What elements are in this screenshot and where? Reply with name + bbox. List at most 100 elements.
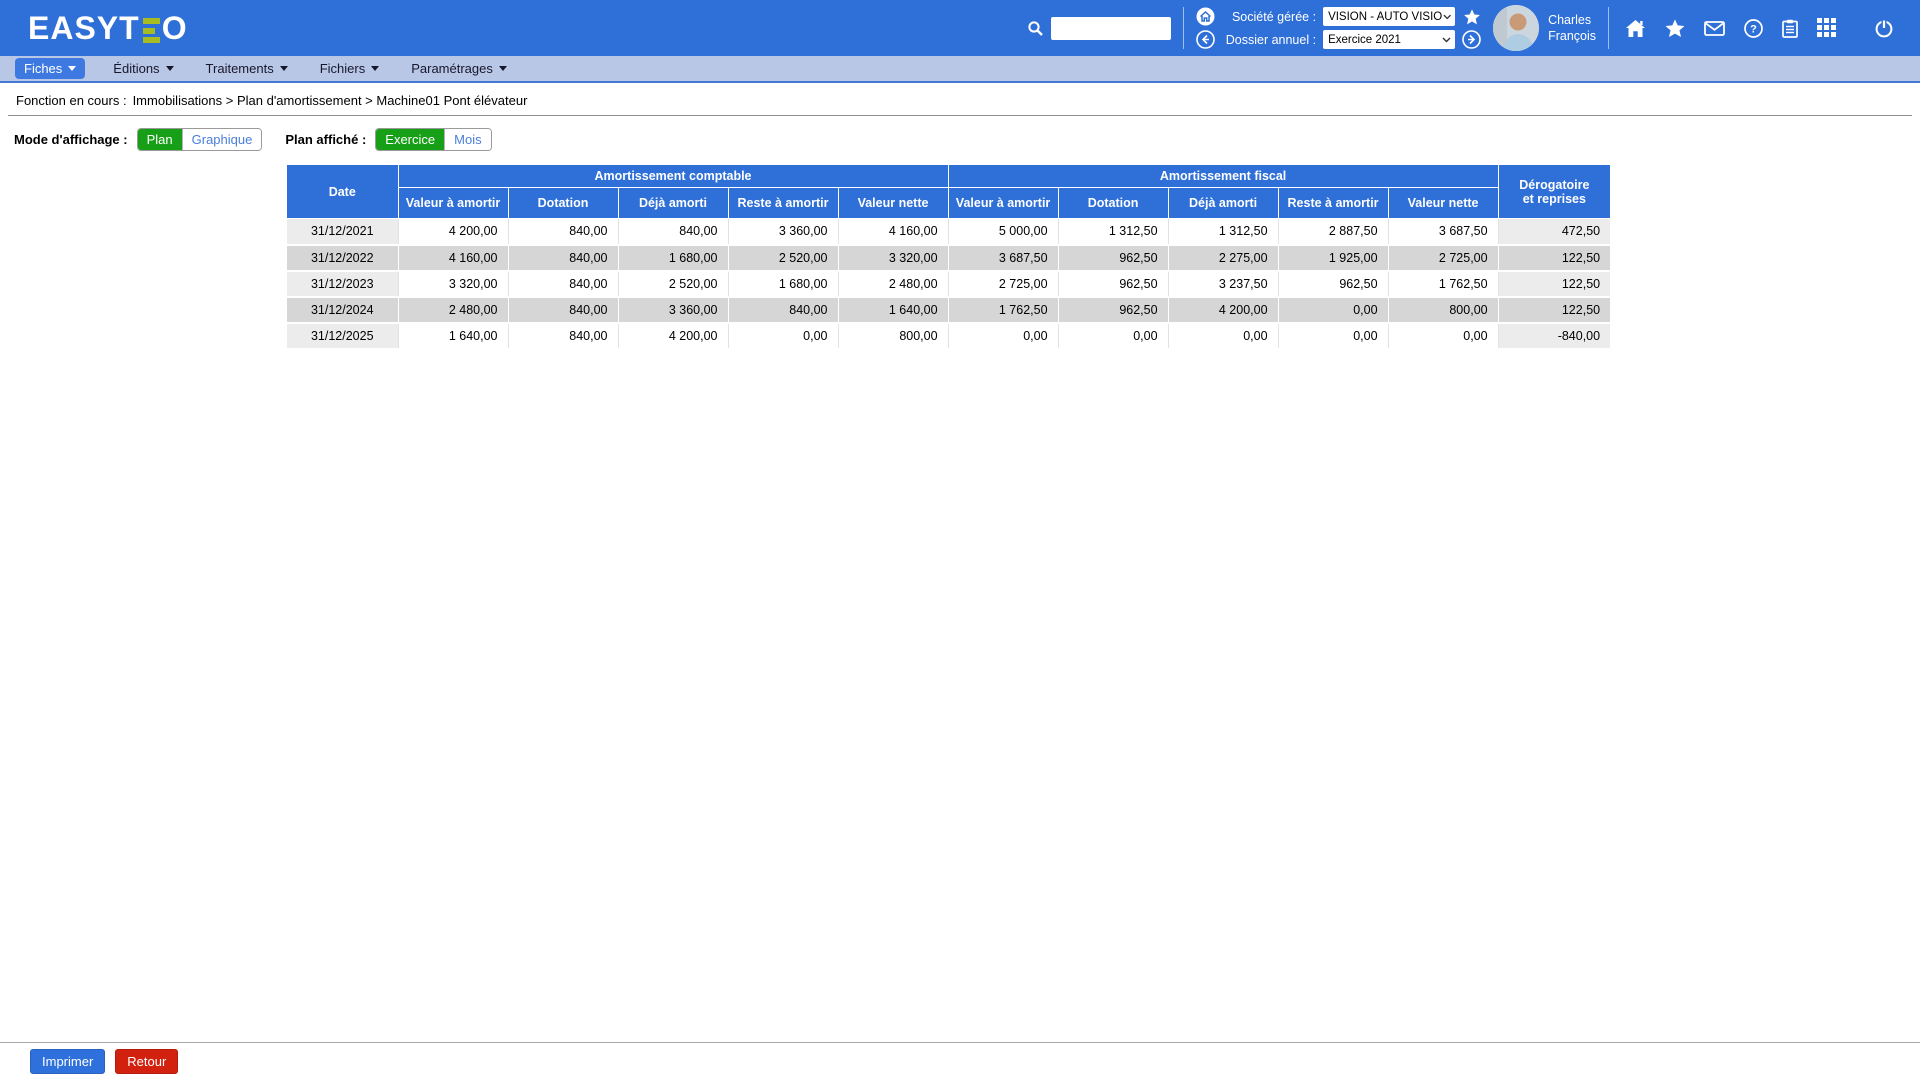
mode-graphique-button[interactable]: Graphique	[182, 129, 262, 150]
cell-value: 0,00	[1278, 323, 1388, 349]
breadcrumb-divider	[8, 115, 1912, 116]
cell-value: 2 275,00	[1168, 245, 1278, 271]
search-area	[1027, 17, 1171, 40]
topbar-divider	[1608, 7, 1609, 49]
menu-editions[interactable]: Éditions	[109, 58, 177, 79]
table-row: 31/12/2023 3 320,00 840,00 2 520,00 1 68…	[287, 271, 1610, 297]
menu-fiches-label: Fiches	[24, 61, 62, 76]
cell-value: 2 725,00	[1388, 245, 1498, 271]
header-valeur-a-amortir: Valeur à amortir	[398, 188, 508, 219]
header-group-fiscal: Amortissement fiscal	[948, 165, 1498, 188]
apps-grid-icon[interactable]	[1817, 18, 1837, 38]
cell-value: 0,00	[948, 323, 1058, 349]
header-valeur-a-amortir: Valeur à amortir	[948, 188, 1058, 219]
cell-value: 2 480,00	[838, 271, 948, 297]
header-deja-amorti: Déjà amorti	[1168, 188, 1278, 219]
table-row: 31/12/2021 4 200,00 840,00 840,00 3 360,…	[287, 219, 1610, 245]
home-icon[interactable]	[1625, 19, 1646, 38]
header-deja-amorti: Déjà amorti	[618, 188, 728, 219]
logo-green-e	[143, 18, 160, 43]
topbar-divider	[1183, 7, 1184, 49]
plan-mois-button[interactable]: Mois	[444, 129, 490, 150]
user-area: Charles François	[1493, 5, 1596, 51]
chevron-down-icon	[371, 66, 379, 71]
menu-bar: Fiches Éditions Traitements Fichiers Par…	[0, 56, 1920, 83]
dossier-select-value: Exercice 2021	[1328, 34, 1401, 46]
cell-value: 3 237,50	[1168, 271, 1278, 297]
cell-value: 4 200,00	[618, 323, 728, 349]
menu-editions-label: Éditions	[113, 61, 159, 76]
help-icon[interactable]: ?	[1744, 19, 1763, 38]
user-last-name: François	[1548, 28, 1596, 44]
cell-value: 4 160,00	[838, 219, 948, 245]
cell-value: 3 320,00	[398, 271, 508, 297]
cell-value: 3 360,00	[728, 219, 838, 245]
home-circle-icon[interactable]	[1196, 7, 1215, 26]
cell-value: 3 320,00	[838, 245, 948, 271]
cell-value: 1 640,00	[838, 297, 948, 323]
cell-value: 1 312,50	[1058, 219, 1168, 245]
cell-value: 0,00	[1278, 297, 1388, 323]
menu-parametrages-label: Paramétrages	[411, 61, 493, 76]
cell-value: 0,00	[728, 323, 838, 349]
cell-value: 0,00	[1168, 323, 1278, 349]
menu-fiches[interactable]: Fiches	[15, 58, 85, 79]
table-row: 31/12/2022 4 160,00 840,00 1 680,00 2 52…	[287, 245, 1610, 271]
chevron-down-icon	[499, 66, 507, 71]
societe-select[interactable]: VISION - AUTO VISION	[1323, 7, 1455, 26]
cell-value: 840,00	[618, 219, 728, 245]
cell-value: 962,50	[1058, 245, 1168, 271]
search-input[interactable]	[1051, 17, 1171, 40]
user-name: Charles François	[1548, 12, 1596, 45]
breadcrumb-label: Fonction en cours :	[16, 93, 127, 108]
header-valeur-nette: Valeur nette	[1388, 188, 1498, 219]
societe-select-value: VISION - AUTO VISION	[1328, 11, 1443, 23]
mode-plan-button[interactable]: Plan	[138, 129, 182, 150]
cell-value: 840,00	[728, 297, 838, 323]
cell-value: 840,00	[508, 271, 618, 297]
cell-value: 5 000,00	[948, 219, 1058, 245]
header-derogatoire-line1: Dérogatoire	[1519, 178, 1589, 192]
menu-traitements-label: Traitements	[206, 61, 274, 76]
cell-value: 1 640,00	[398, 323, 508, 349]
next-dossier-icon[interactable]	[1462, 30, 1481, 49]
cell-value: 840,00	[508, 323, 618, 349]
cell-value: 3 687,50	[1388, 219, 1498, 245]
print-button[interactable]: Imprimer	[30, 1049, 105, 1074]
previous-dossier-icon[interactable]	[1196, 30, 1215, 49]
plan-exercice-button[interactable]: Exercice	[376, 129, 444, 150]
amortization-table: Date Amortissement comptable Amortisseme…	[287, 165, 1610, 350]
cell-value: 800,00	[838, 323, 948, 349]
cell-value: 1 762,50	[1388, 271, 1498, 297]
star-icon[interactable]	[1665, 19, 1685, 38]
cell-value: 4 200,00	[398, 219, 508, 245]
menu-traitements[interactable]: Traitements	[202, 58, 292, 79]
notes-icon[interactable]	[1782, 19, 1798, 38]
menu-fichiers[interactable]: Fichiers	[316, 58, 384, 79]
cell-value: 1 680,00	[728, 271, 838, 297]
cell-date: 31/12/2023	[287, 271, 398, 297]
breadcrumb-path: Immobilisations > Plan d'amortissement >…	[133, 93, 528, 108]
cell-value: 3 687,50	[948, 245, 1058, 271]
svg-text:?: ?	[1750, 23, 1757, 35]
favorite-star-icon[interactable]	[1462, 7, 1481, 26]
avatar[interactable]	[1493, 5, 1539, 51]
logo-text-prefix: EASYT	[28, 12, 140, 44]
app-logo: EASYT O	[28, 12, 188, 44]
mail-icon[interactable]	[1704, 21, 1725, 36]
chevron-down-icon	[1443, 14, 1451, 20]
menu-parametrages[interactable]: Paramétrages	[407, 58, 511, 79]
cell-derogatoire: 472,50	[1498, 219, 1610, 245]
cell-value: 840,00	[508, 297, 618, 323]
cell-value: 840,00	[508, 245, 618, 271]
table-row: 31/12/2025 1 640,00 840,00 4 200,00 0,00…	[287, 323, 1610, 349]
back-button[interactable]: Retour	[115, 1049, 178, 1074]
logo-text-suffix: O	[162, 12, 188, 44]
cell-date: 31/12/2022	[287, 245, 398, 271]
user-first-name: Charles	[1548, 12, 1596, 28]
power-icon[interactable]	[1874, 18, 1894, 38]
cell-value: 1 925,00	[1278, 245, 1388, 271]
cell-value: 1 312,50	[1168, 219, 1278, 245]
dossier-select[interactable]: Exercice 2021	[1323, 30, 1455, 49]
context-selectors: Société gérée : VISION - AUTO VISION Dos…	[1196, 7, 1481, 49]
